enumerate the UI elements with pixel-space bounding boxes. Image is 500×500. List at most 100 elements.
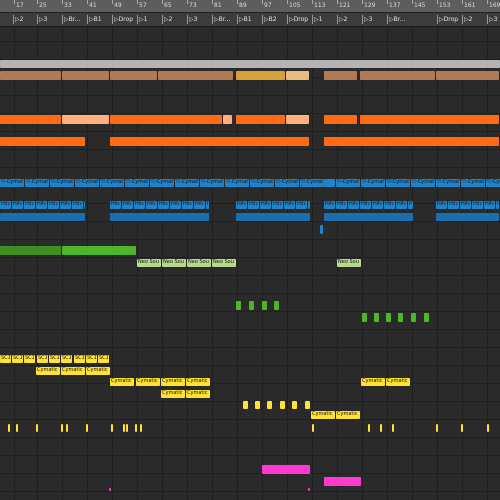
blue-clip[interactable]: Hihat Cli [84,201,85,209]
yellow-clip[interactable] [267,401,272,409]
orange-clip[interactable] [223,115,232,124]
yellow-tick-clip[interactable] [36,424,38,432]
blue-wave-clip[interactable] [436,213,499,221]
blue-clip[interactable]: !!-Cymat [200,179,224,187]
locator-marker[interactable]: ▷2 [462,15,488,24]
yellow-clip[interactable]: Cymatic [36,367,60,375]
yellow-tick-clip[interactable] [16,424,18,432]
blue-clip[interactable]: !!-Cymat [486,179,500,187]
yellow-tick-clip[interactable] [135,424,137,432]
yellow-tick-clip[interactable] [140,424,142,432]
brown-clip[interactable] [158,71,233,80]
blue-clip[interactable] [324,179,335,187]
green-clip[interactable] [249,301,254,310]
brown-clip[interactable] [360,71,435,80]
yellow-clip[interactable]: Cymatic [161,390,185,398]
blue-clip[interactable]: Hihat Cli [134,201,145,209]
blue-clip[interactable]: !!-Cymat [25,179,49,187]
yellow-tick-clip[interactable] [126,424,128,432]
yellow-tick-clip[interactable] [86,424,88,432]
blue-clip[interactable]: Hihat Cli [408,201,413,209]
blue-clip[interactable]: Hihat Cli [170,201,181,209]
blue-clip[interactable]: Hihat Cli [272,201,283,209]
blue-clip[interactable]: Hihat Cli [236,201,247,209]
bar-ruler[interactable]: 17 25 33 41 49 57 65 73 81 89 97 105 113 121 129 137 145… [0,0,500,13]
blue-clip[interactable]: Hihat Cli [206,201,209,209]
brown-clip[interactable] [62,71,109,80]
orange-clip[interactable] [324,115,357,124]
blue-clip[interactable]: Hihat Cli [372,201,383,209]
blue-clip[interactable]: Hihat Cli [182,201,193,209]
blue-clip[interactable]: Hihat Cli [496,201,499,209]
blue-clip[interactable]: Hihat Cli [396,201,407,209]
blue-clip[interactable]: Hihat Cli [0,201,11,209]
blue-wave-clip[interactable] [236,213,310,221]
yellow-clip[interactable]: Cymatic [186,390,210,398]
orange-clip[interactable] [0,137,85,146]
yellow-tick-clip[interactable] [436,424,438,432]
blue-clip[interactable]: Hihat Cli [36,201,47,209]
blue-clip[interactable]: !!-Cymat [411,179,435,187]
blue-clip[interactable]: Hihat Cli [194,201,205,209]
green-clip[interactable] [411,313,416,322]
yellow-clip[interactable]: Cymatic [161,378,185,386]
blue-clip[interactable]: !!-Cymat [436,179,460,187]
neo-soul-clip[interactable]: Neo Sou [162,259,186,267]
orange-clip[interactable] [360,115,499,124]
blue-clip[interactable]: !!-Cymat [461,179,485,187]
yellow-tick-clip[interactable] [111,424,113,432]
blue-clip[interactable]: Hihat Cli [122,201,133,209]
locator-marker[interactable]: ▷Drop [287,15,313,24]
blue-clip[interactable]: Hihat Cli [348,201,359,209]
yellow-tick-clip[interactable] [312,424,314,432]
blue-clip[interactable]: Hihat Cli [146,201,157,209]
yellow-clip[interactable] [280,401,285,409]
yellow-clip[interactable] [243,401,248,409]
green-clip[interactable] [262,301,267,310]
yellow-clip[interactable]: SC1 23 0 [37,355,48,363]
blue-clip[interactable]: !!-Cymat [336,179,360,187]
yellow-tick-clip[interactable] [392,424,394,432]
orange-clip[interactable] [324,137,499,146]
green-clip[interactable] [62,246,136,255]
locator-marker[interactable]: ▷2 [13,15,38,24]
blue-clip[interactable] [320,225,323,234]
locator-marker[interactable]: ▷3 [362,15,388,24]
pink-tick-clip[interactable] [109,488,111,491]
locator-marker[interactable]: ▷Drop [112,15,138,24]
yellow-clip[interactable]: SC1 23 0 [98,355,109,363]
blue-clip[interactable]: Hihat Cli [460,201,471,209]
brown-clip[interactable] [0,71,61,80]
blue-clip[interactable]: Hihat Cli [472,201,483,209]
blue-clip[interactable]: !!-Cymat [361,179,385,187]
blue-clip[interactable]: Hihat Cli [284,201,295,209]
yellow-clip[interactable]: SC1 23 0 [61,355,72,363]
blue-clip[interactable]: Hihat Cli [484,201,495,209]
blue-clip[interactable]: Hihat Cli [436,201,447,209]
blue-clip[interactable]: Hihat Cli [384,201,395,209]
yellow-clip[interactable]: Cymatic [110,378,134,386]
brown-clip[interactable] [324,71,357,80]
blue-wave-clip[interactable] [0,213,85,221]
blue-clip[interactable]: Hihat Cli [110,201,121,209]
blue-clip[interactable]: !!-Cymat [0,179,24,187]
blue-clip[interactable]: Hihat Cli [260,201,271,209]
blue-clip[interactable]: !!-Cymat [250,179,274,187]
orange-clip[interactable] [236,115,285,124]
blue-clip[interactable]: Hihat Cli [12,201,23,209]
locator-marker[interactable]: ▷1 [137,15,163,24]
pink-clip[interactable] [324,477,361,486]
blue-clip[interactable]: Hihat Cli [158,201,169,209]
brown-clip[interactable] [110,71,157,80]
yellow-tick-clip[interactable] [380,424,382,432]
blue-clip[interactable]: !!-Cymat [75,179,99,187]
gray-clip[interactable] [0,60,500,68]
locator-marker[interactable]: ▷1 [312,15,338,24]
blue-clip[interactable]: !!-Cymat [275,179,299,187]
neo-soul-clip[interactable]: Neo Sou [337,259,361,267]
yellow-tick-clip[interactable] [8,424,10,432]
blue-clip[interactable]: Hihat Cli [60,201,71,209]
orange-clip[interactable] [286,115,309,124]
yellow-tick-clip[interactable] [487,424,489,432]
blue-clip[interactable]: Hihat Cli [308,201,310,209]
